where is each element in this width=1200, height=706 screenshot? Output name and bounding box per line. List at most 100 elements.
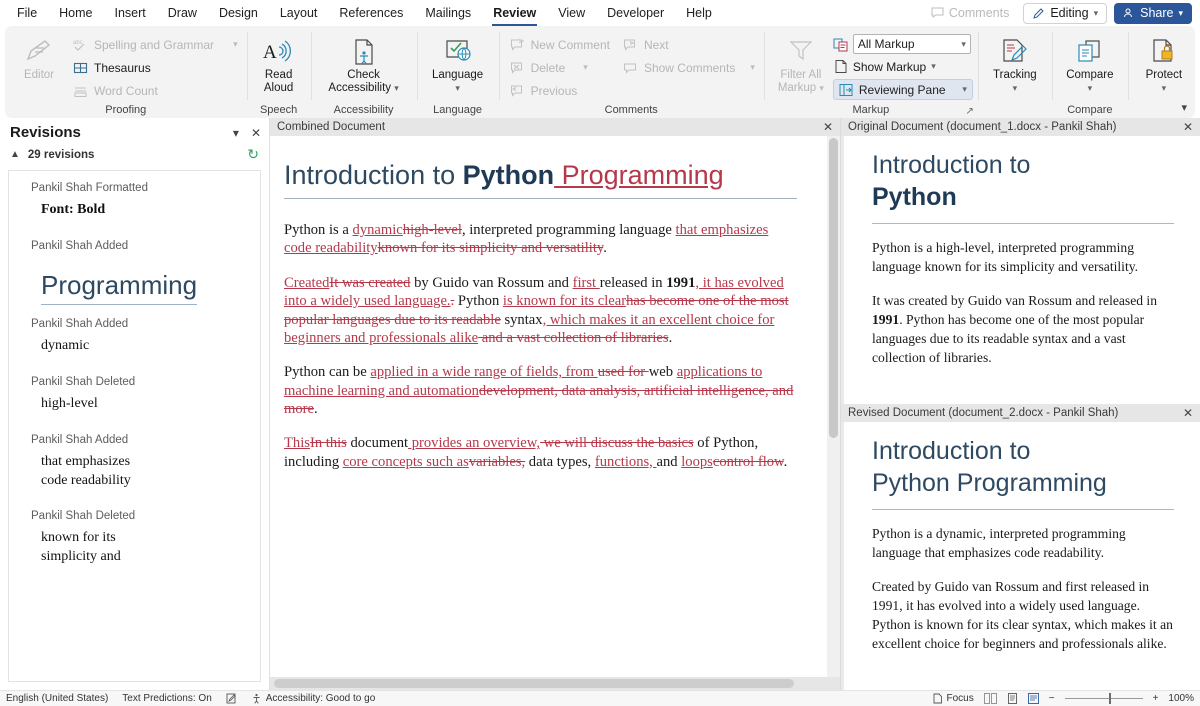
revisions-list[interactable]: Pankil Shah Formatted Font: Bold Pankil … bbox=[8, 170, 261, 682]
revision-item[interactable]: Pankil Shah Added that emphasizes code r… bbox=[9, 423, 260, 500]
show-comments-icon bbox=[622, 61, 639, 75]
status-track-changes-icon[interactable] bbox=[226, 693, 237, 704]
revisions-pane-minimize-button[interactable]: ▾ bbox=[233, 126, 239, 140]
unchanged-text: , interpreted programming language bbox=[462, 222, 676, 238]
combined-paragraph-2: CreatedIt was created by Guido van Rossu… bbox=[284, 274, 797, 348]
editing-mode-button[interactable]: Editing ▾ bbox=[1023, 3, 1107, 24]
share-button[interactable]: Share ▾ bbox=[1114, 3, 1192, 24]
revisions-count-row[interactable]: ▲ 29 revisions ↻ bbox=[0, 143, 269, 170]
show-comments-button[interactable]: Show Comments ▾ bbox=[618, 56, 759, 79]
revision-item[interactable]: Pankil Shah Formatted Font: Bold bbox=[9, 171, 260, 229]
previous-comment-button[interactable]: Previous bbox=[505, 79, 614, 102]
delete-comment-button[interactable]: Delete ▾ bbox=[505, 56, 614, 79]
tab-review[interactable]: Review bbox=[482, 3, 547, 24]
editor-button[interactable]: Editor bbox=[10, 31, 68, 82]
status-language[interactable]: English (United States) bbox=[6, 693, 108, 704]
new-comment-button[interactable]: New Comment bbox=[505, 33, 614, 56]
display-for-review-dropdown[interactable]: All Markup ▾ bbox=[853, 34, 971, 54]
original-pane-close-button[interactable]: ✕ bbox=[1183, 120, 1193, 134]
deleted-text: known for its simplicity and versatility bbox=[378, 240, 604, 256]
combined-horizontal-scrollbar[interactable] bbox=[270, 677, 840, 690]
combined-vertical-scrollbar[interactable] bbox=[827, 136, 840, 677]
tab-design[interactable]: Design bbox=[208, 3, 269, 24]
collapse-chevron-icon[interactable]: ▲ bbox=[10, 149, 20, 160]
deleted-text: high-level bbox=[403, 222, 462, 238]
tab-references[interactable]: References bbox=[328, 3, 414, 24]
status-text-predictions[interactable]: Text Predictions: On bbox=[122, 693, 211, 704]
tab-view[interactable]: View bbox=[547, 3, 596, 24]
reviewing-pane-toggle[interactable]: Reviewing Pane ▾ bbox=[833, 79, 973, 100]
tracking-label: Tracking bbox=[993, 69, 1037, 82]
inserted-text: Created bbox=[284, 275, 329, 291]
revision-text: high-level bbox=[9, 390, 260, 421]
chevron-down-icon: ▾ bbox=[1162, 82, 1167, 95]
inserted-text: functions, bbox=[595, 454, 657, 470]
comments-button[interactable]: Comments bbox=[924, 3, 1016, 23]
heading-plain: Introduction to bbox=[284, 160, 463, 190]
revisions-pane-close-button[interactable]: ✕ bbox=[251, 126, 261, 140]
unchanged-text: and bbox=[656, 454, 681, 470]
workspace: Revisions ▾ ✕ ▲ 29 revisions ↻ Pankil Sh… bbox=[0, 118, 1200, 690]
track-changes-icon bbox=[1000, 35, 1030, 69]
combined-pane-caption-bar: Combined Document ✕ bbox=[270, 118, 840, 136]
tab-home[interactable]: Home bbox=[48, 3, 103, 24]
protect-button[interactable]: Protect ▾ bbox=[1136, 31, 1192, 95]
word-count-button[interactable]: Word Count bbox=[68, 79, 242, 102]
revision-item[interactable]: Pankil Shah Deleted known for its simpli… bbox=[9, 499, 260, 576]
language-globe-icon bbox=[443, 35, 473, 69]
spelling-grammar-button[interactable]: abc Spelling and Grammar ▾ bbox=[68, 33, 242, 56]
zoom-slider-knob[interactable] bbox=[1109, 693, 1111, 704]
original-document-body[interactable]: Introduction toPython Python is a high-l… bbox=[841, 136, 1200, 404]
revision-item[interactable]: Pankil Shah Deleted high-level bbox=[9, 365, 260, 423]
next-comment-icon bbox=[622, 38, 639, 52]
unchanged-text: web bbox=[649, 364, 677, 380]
filter-all-markup-button[interactable]: Filter All Markup ▾ bbox=[772, 31, 830, 95]
view-read-mode-button[interactable] bbox=[984, 693, 997, 704]
inserted-text: core concepts such as bbox=[343, 454, 469, 470]
zoom-in-button[interactable]: + bbox=[1153, 693, 1159, 704]
view-print-layout-button[interactable] bbox=[1007, 693, 1018, 704]
revised-document-body[interactable]: Introduction toPython Programming Python… bbox=[841, 422, 1200, 690]
zoom-out-button[interactable]: − bbox=[1049, 693, 1055, 704]
tab-help[interactable]: Help bbox=[675, 3, 723, 24]
tab-file[interactable]: File bbox=[6, 3, 48, 24]
zoom-level-label[interactable]: 100% bbox=[1168, 693, 1194, 704]
tracking-button[interactable]: Tracking ▾ bbox=[986, 31, 1044, 95]
status-focus-button[interactable]: Focus bbox=[932, 693, 974, 704]
combined-document-page[interactable]: Introduction to Python Programming Pytho… bbox=[270, 136, 827, 677]
chevron-down-icon: ▾ bbox=[394, 83, 399, 93]
show-markup-button[interactable]: Show Markup ▾ bbox=[853, 57, 936, 76]
tab-draw[interactable]: Draw bbox=[157, 3, 208, 24]
zoom-slider[interactable] bbox=[1065, 698, 1143, 699]
thesaurus-button[interactable]: Thesaurus bbox=[68, 56, 242, 79]
revised-pane-close-button[interactable]: ✕ bbox=[1183, 406, 1193, 420]
check-accessibility-button[interactable]: Check Accessibility ▾ bbox=[323, 31, 405, 95]
language-label: Language bbox=[432, 69, 483, 82]
revision-item[interactable]: Pankil Shah Added Programming bbox=[9, 229, 260, 307]
show-markup-icon bbox=[833, 59, 849, 74]
scrollbar-thumb[interactable] bbox=[274, 679, 794, 688]
heading-plain: Introduction to bbox=[872, 151, 1030, 179]
tab-layout[interactable]: Layout bbox=[269, 3, 329, 24]
spelling-label: Spelling and Grammar bbox=[94, 38, 214, 52]
group-label-tracking bbox=[978, 103, 1052, 118]
combined-paragraph-3: Python can be applied in a wide range of… bbox=[284, 363, 797, 418]
compare-button[interactable]: Compare ▾ bbox=[1060, 31, 1120, 95]
status-accessibility[interactable]: Accessibility: Good to go bbox=[251, 693, 376, 704]
language-button[interactable]: Language ▾ bbox=[427, 31, 489, 95]
refresh-icon[interactable]: ↻ bbox=[247, 146, 259, 163]
tab-developer[interactable]: Developer bbox=[596, 3, 675, 24]
group-label-comments: Comments bbox=[499, 103, 764, 118]
combined-document-heading: Introduction to Python Programming bbox=[284, 160, 797, 199]
view-web-layout-button[interactable] bbox=[1028, 693, 1039, 704]
scrollbar-thumb[interactable] bbox=[829, 138, 838, 438]
tab-mailings[interactable]: Mailings bbox=[414, 3, 482, 24]
markup-dialog-launcher[interactable]: ↗ bbox=[965, 106, 973, 117]
next-comment-button[interactable]: Next bbox=[618, 33, 759, 56]
heading-line-2: Python Programming bbox=[872, 469, 1107, 497]
combined-pane-close-button[interactable]: ✕ bbox=[823, 120, 833, 134]
ribbon-collapse-button[interactable]: ▾ bbox=[1181, 101, 1187, 114]
read-aloud-button[interactable]: A Read Aloud bbox=[252, 31, 306, 95]
tab-insert[interactable]: Insert bbox=[104, 3, 157, 24]
revision-item[interactable]: Pankil Shah Added dynamic bbox=[9, 307, 260, 365]
